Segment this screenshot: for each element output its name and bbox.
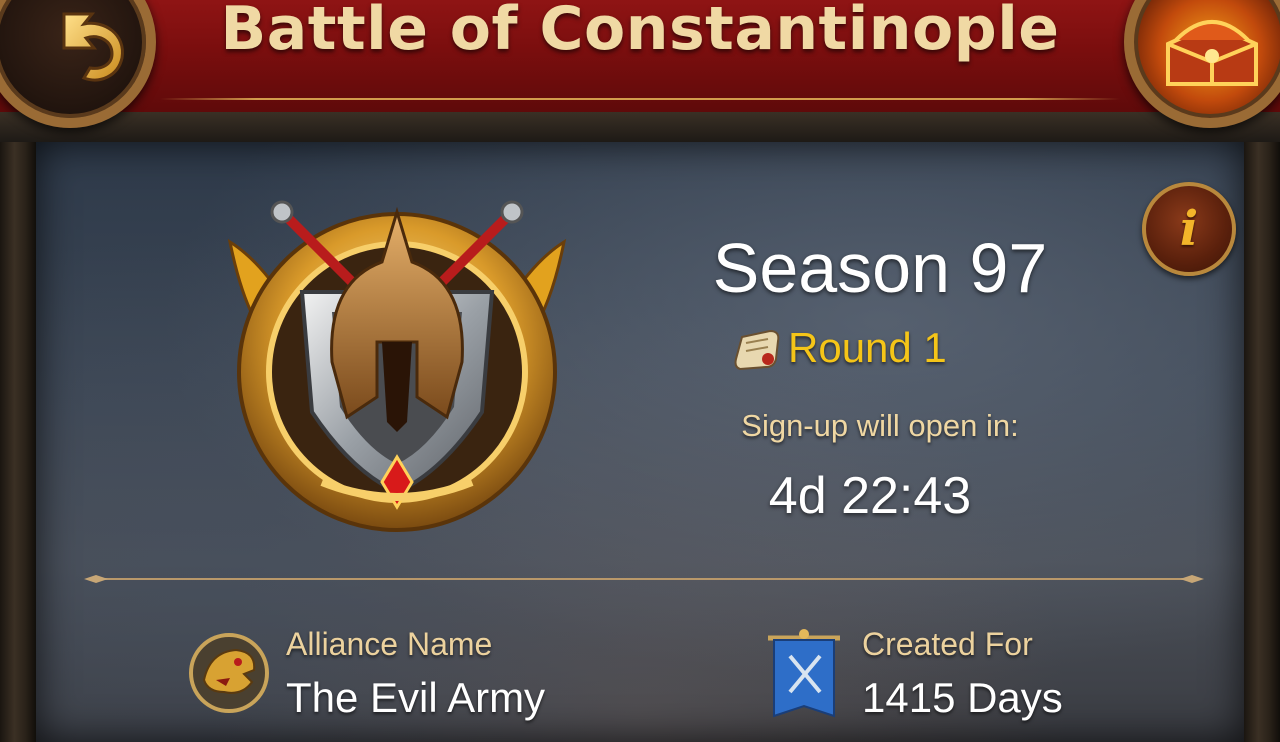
alliance-dragon-emblem-icon: [189, 633, 269, 713]
right-pillar: [1244, 142, 1280, 742]
alliance-name-value: The Evil Army: [286, 674, 546, 721]
header-bar: Battle of Constantinople: [0, 0, 1280, 116]
countdown-timer: 4d 22:43: [768, 467, 972, 525]
created-for-value: 1415 Days: [862, 674, 1063, 721]
alliance-banner-icon: [768, 629, 840, 718]
created-for-label: Created For: [862, 626, 1033, 662]
round-row: Round 1: [732, 318, 947, 378]
header-trim: [0, 112, 1280, 144]
season-label: Season 97: [712, 229, 1048, 307]
round-label: Round 1: [788, 324, 947, 371]
treasure-chest-icon: [1166, 20, 1258, 86]
info-button[interactable]: i: [1142, 182, 1236, 276]
signup-label: Sign-up will open in:: [741, 408, 1019, 443]
section-divider: [84, 575, 1204, 583]
info-icon: i: [1179, 201, 1199, 257]
spartan-helmet-emblem-icon: [227, 200, 567, 532]
page-title: Battle of Constantinople: [220, 0, 1060, 64]
left-pillar: [0, 142, 36, 742]
scroll-icon: [734, 329, 780, 371]
back-arrow-icon: [62, 12, 124, 82]
alliance-name-label: Alliance Name: [286, 626, 493, 662]
